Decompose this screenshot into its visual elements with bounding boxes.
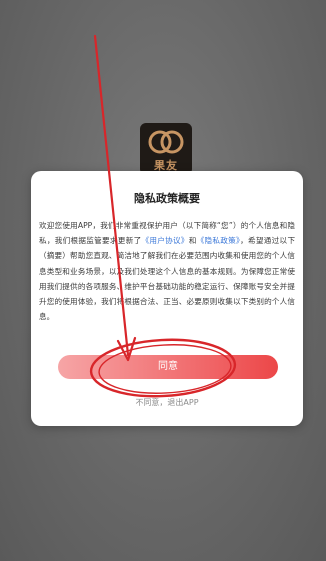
- privacy-policy-link[interactable]: 《隐私政策》: [197, 236, 241, 245]
- body-text-part-2: 和: [188, 236, 197, 246]
- privacy-summary-text: 欢迎您使用APP，我们非常重视保护用户（以下简称“您”）的个人信息和隐私，我们根…: [39, 218, 295, 324]
- app-logo: 果友: [140, 123, 192, 175]
- dialog-title: 隐私政策概要: [134, 192, 200, 205]
- privacy-dialog: 隐私政策概要 欢迎您使用APP，我们非常重视保护用户（以下简称“您”）的个人信息…: [31, 171, 303, 426]
- agree-button[interactable]: 同意: [58, 355, 278, 379]
- user-agreement-link[interactable]: 《用户协议》: [141, 236, 188, 245]
- body-text-part-3: ，希望通过以下（摘要）帮助您直观、简洁地了解我们在必要范围内收集和使用您的个人信…: [39, 236, 296, 322]
- decline-exit-link[interactable]: 不同意，退出APP: [31, 397, 303, 408]
